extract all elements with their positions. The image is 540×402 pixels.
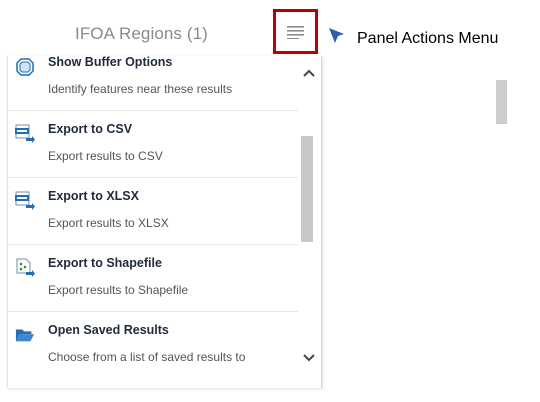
menu-list: Show Buffer Options Identify features ne… xyxy=(8,56,298,379)
menu-item-title: Export to XLSX xyxy=(48,189,139,203)
scrollbar-thumb[interactable] xyxy=(301,136,313,242)
xlsx-export-icon xyxy=(15,191,35,210)
menu-item-title: Show Buffer Options xyxy=(48,56,173,69)
folder-open-icon xyxy=(15,329,35,342)
chevron-up-icon[interactable] xyxy=(302,68,316,78)
menu-item-open-saved-results[interactable]: Open Saved Results Choose from a list of… xyxy=(8,312,298,379)
shapefile-export-icon xyxy=(16,258,35,277)
background-map-element xyxy=(496,80,507,124)
panel-actions-menu-button[interactable] xyxy=(273,9,318,54)
menu-item-subtitle: Export results to XLSX xyxy=(48,216,169,230)
panel-actions-menu: Show Buffer Options Identify features ne… xyxy=(7,56,322,388)
panel-title: IFOA Regions (1) xyxy=(75,24,208,43)
buffer-icon xyxy=(16,58,34,76)
menu-item-title: Export to CSV xyxy=(48,122,133,136)
menu-item-subtitle: Identify features near these results xyxy=(48,82,233,96)
chevron-down-icon[interactable] xyxy=(302,353,316,363)
menu-item-title: Open Saved Results xyxy=(48,323,169,337)
callout-arrow-icon xyxy=(329,28,344,43)
menu-item-title: Export to Shapefile xyxy=(48,256,162,270)
menu-item-subtitle: Export results to CSV xyxy=(48,149,163,163)
menu-scrollbar[interactable] xyxy=(298,56,320,388)
menu-item-export-csv[interactable]: Export to CSV Export results to CSV xyxy=(8,111,298,178)
hamburger-menu-icon xyxy=(287,25,304,39)
callout-label: Panel Actions Menu xyxy=(357,30,499,47)
menu-item-show-buffer-options[interactable]: Show Buffer Options Identify features ne… xyxy=(8,56,298,111)
menu-item-subtitle: Choose from a list of saved results to xyxy=(48,350,246,364)
menu-item-subtitle: Export results to Shapefile xyxy=(48,283,189,297)
menu-item-export-shapefile[interactable]: Export to Shapefile Export results to Sh… xyxy=(8,245,298,312)
menu-item-export-xlsx[interactable]: Export to XLSX Export results to XLSX xyxy=(8,178,298,245)
csv-export-icon xyxy=(15,124,35,143)
